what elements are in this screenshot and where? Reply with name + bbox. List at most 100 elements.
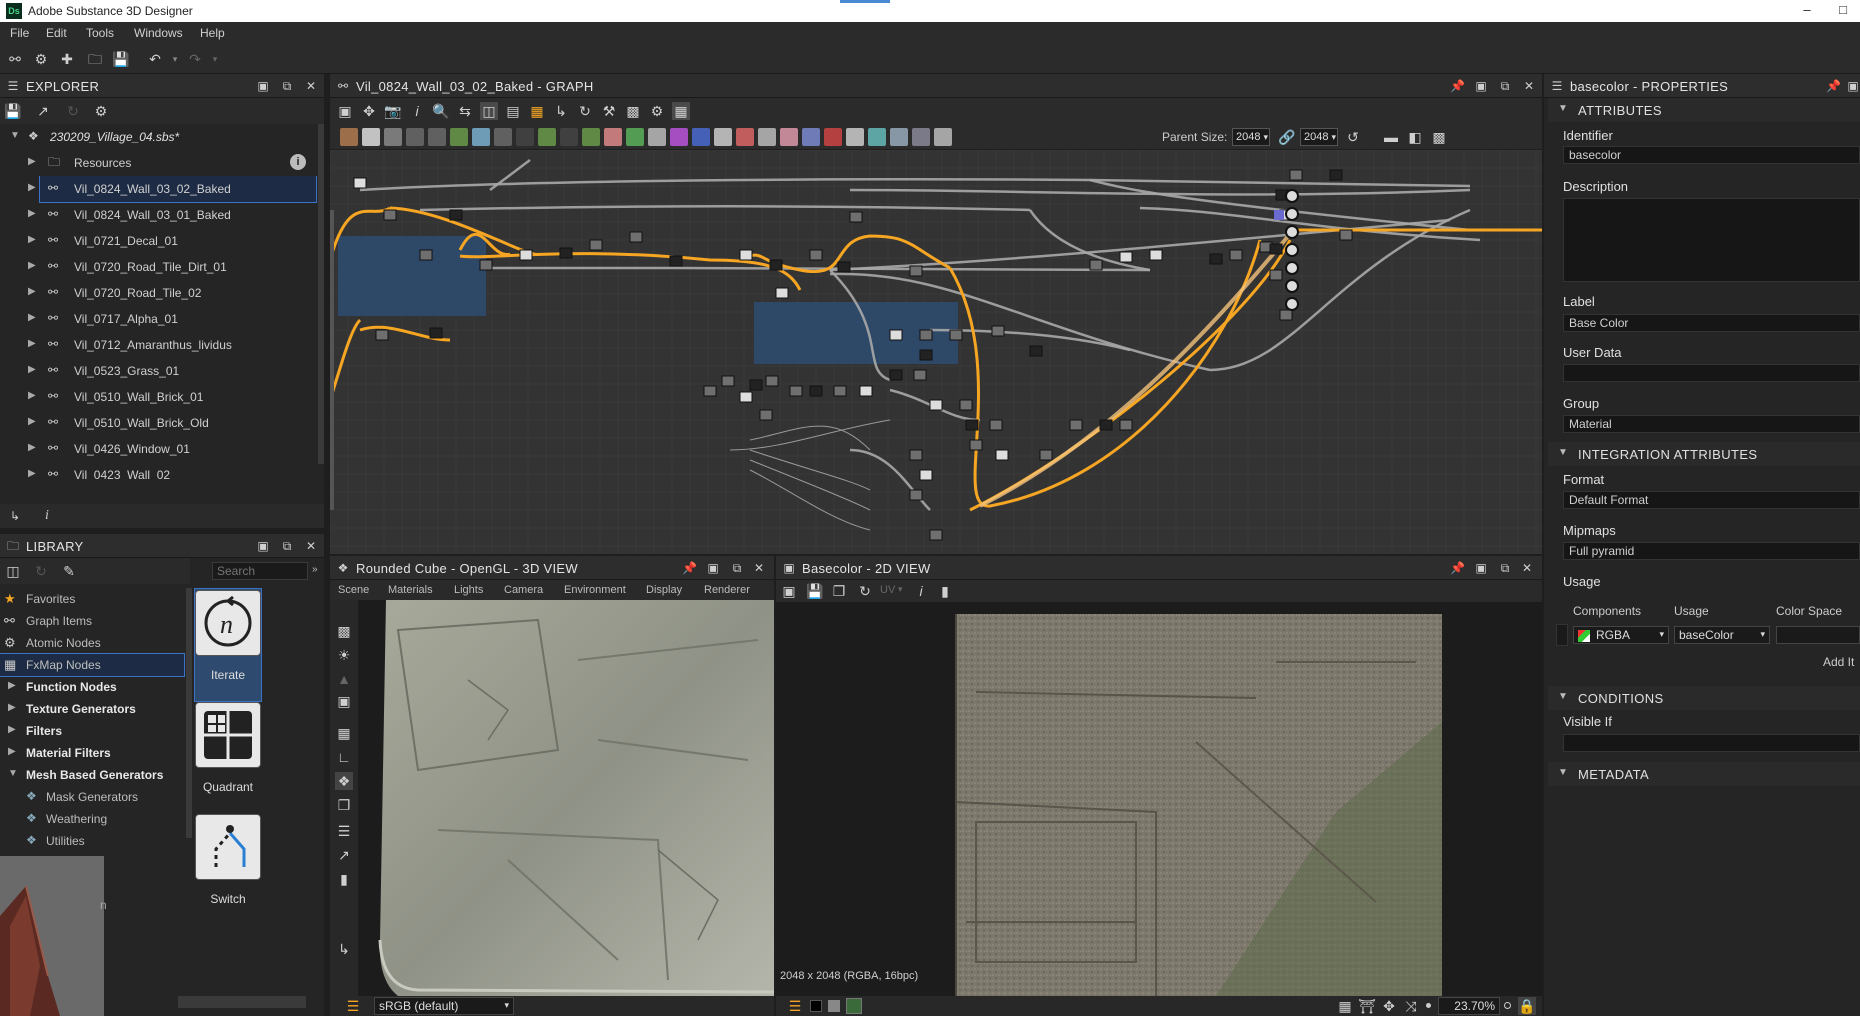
format-field[interactable]: Default Format (1563, 491, 1860, 509)
graph-node[interactable] (919, 329, 933, 341)
node-palette-icon[interactable] (890, 128, 908, 146)
graph-node[interactable] (375, 329, 389, 341)
library-menu-icon[interactable]: 🗀 (6, 539, 20, 553)
info-toggle-icon[interactable]: i (38, 507, 56, 525)
library-category[interactable]: ▶ Function Nodes (0, 676, 184, 698)
info-icon[interactable]: i (912, 582, 930, 600)
collapse-arrow-icon[interactable]: ▼ (1558, 691, 1568, 702)
node-palette-icon[interactable] (736, 128, 754, 146)
graph-list-item[interactable]: ▶ ⚯ Vil_0717_Alpha_01 (0, 306, 318, 332)
node-palette-icon[interactable] (692, 128, 710, 146)
graph-node[interactable] (965, 419, 979, 431)
publish-icon[interactable]: ⚙ (92, 102, 110, 120)
output-node[interactable] (1285, 243, 1299, 257)
minimize-icon[interactable]: – (1794, 2, 1820, 20)
tab-scene[interactable]: Scene (338, 584, 369, 596)
node-palette-icon[interactable] (802, 128, 820, 146)
expand-arrow-icon[interactable]: ▶ (28, 156, 36, 167)
maximize-icon[interactable]: □ (1830, 2, 1856, 20)
channel-gray-icon[interactable] (828, 1000, 840, 1012)
graph-node[interactable] (989, 419, 1003, 431)
expand-arrow-icon[interactable]: ▼ (8, 768, 18, 779)
menu-edit[interactable]: Edit (46, 26, 67, 40)
graph-node[interactable] (909, 265, 923, 277)
usage-row-handle[interactable] (1556, 624, 1568, 646)
graph-node[interactable] (889, 329, 903, 341)
undo-dropdown-icon[interactable]: ▾ (166, 50, 184, 68)
tab-environment[interactable]: Environment (564, 584, 626, 596)
tab-camera[interactable]: Camera (504, 584, 543, 596)
node-palette-icon[interactable] (824, 128, 842, 146)
link-size-icon[interactable]: 🔗 (1278, 128, 1296, 146)
node-palette-icon[interactable] (714, 128, 732, 146)
compute-icon[interactable]: ▬ (1382, 128, 1400, 146)
label-field[interactable]: Base Color (1563, 314, 1860, 332)
graph-node[interactable] (969, 439, 983, 451)
graph-node[interactable] (909, 489, 923, 501)
tree-icon[interactable]: ↳ (6, 507, 24, 525)
library-category[interactable]: ⚯ Graph Items (0, 610, 184, 632)
graph-node[interactable] (1329, 169, 1343, 181)
graph-node[interactable] (353, 177, 367, 189)
graph-node[interactable] (739, 391, 753, 403)
fit-view-icon[interactable]: ✥ (1380, 997, 1398, 1015)
close-panel-icon[interactable]: ✕ (1522, 79, 1536, 93)
library-category[interactable]: ▶ Texture Generators (0, 698, 184, 720)
graph-list-item[interactable]: ▶ ⚯ Vil_0824_Wall_03_02_Baked (28, 176, 317, 203)
edit-icon[interactable]: ✎ (60, 562, 78, 580)
frame-all-icon[interactable]: ▣ (336, 102, 354, 120)
graph-node[interactable] (479, 259, 493, 271)
node-palette-icon[interactable] (846, 128, 864, 146)
grid-icon[interactable]: ▦ (335, 724, 353, 742)
tangent-icon[interactable]: ↗ (335, 846, 353, 864)
library-scrollbar[interactable] (186, 588, 192, 838)
integration-section-header[interactable]: ▼ INTEGRATION ATTRIBUTES (1548, 442, 1860, 466)
graph-node[interactable] (721, 375, 735, 387)
menu-file[interactable]: File (10, 26, 29, 40)
graph-node[interactable] (913, 369, 927, 381)
pan-icon[interactable]: ✥ (360, 102, 378, 120)
library-category[interactable]: ▶ Filters (0, 720, 184, 742)
graph-list-item[interactable]: ▶ ⚯ Vil_0712_Amaranthus_lividus (0, 332, 318, 358)
zoom-field[interactable]: 23.70% (1438, 997, 1500, 1015)
refresh-icon[interactable]: ↻ (576, 102, 594, 120)
graph-list-item[interactable]: ▶ ⚯ Vil_0720_Road_Tile_Dirt_01 (0, 254, 318, 280)
graph-node[interactable] (1269, 269, 1283, 281)
graph-node[interactable] (589, 239, 603, 251)
graph-node[interactable] (1149, 249, 1163, 261)
node-palette-icon[interactable] (560, 128, 578, 146)
explorer-scrollbar[interactable] (318, 124, 324, 464)
graph-node[interactable] (739, 249, 753, 261)
tab-display[interactable]: Display (646, 584, 682, 596)
node-palette-icon[interactable] (384, 128, 402, 146)
package-row[interactable]: ▼ ❖ 230209_Village_04.sbs* (0, 124, 318, 150)
graph-node[interactable] (809, 249, 823, 261)
uv-toggle[interactable]: UV (880, 584, 895, 596)
graph-list-item[interactable]: ▶ ⚯ Vil_0426_Window_01 (0, 436, 318, 462)
expand-arrow-icon[interactable]: ▶ (28, 468, 36, 479)
library-category[interactable]: ★ Favorites (0, 588, 184, 610)
frame-icon[interactable]: ▩ (624, 102, 642, 120)
open-folder-icon[interactable]: 🗀 (86, 50, 104, 68)
group-field[interactable]: Material (1563, 415, 1860, 433)
node-palette-icon[interactable] (626, 128, 644, 146)
node-palette-icon[interactable] (538, 128, 556, 146)
graph-node[interactable] (629, 231, 643, 243)
graph-list-item[interactable]: ▶ ⚯ Vil_0523_Grass_01 (0, 358, 318, 384)
tab-lights[interactable]: Lights (454, 584, 483, 596)
graph-node[interactable] (833, 385, 847, 397)
userdata-field[interactable] (1563, 364, 1860, 382)
menu-windows[interactable]: Windows (134, 26, 183, 40)
graph-node[interactable] (519, 249, 533, 261)
graph-node[interactable] (1279, 309, 1293, 321)
expand-arrow-icon[interactable]: ▶ (8, 680, 16, 691)
node-palette-icon[interactable] (912, 128, 930, 146)
expand-arrow-icon[interactable]: ▶ (28, 442, 36, 453)
node-palette-icon[interactable] (472, 128, 490, 146)
explorer-menu-icon[interactable]: ☰ (6, 79, 20, 93)
graph-canvas[interactable] (330, 150, 1542, 554)
graph-node[interactable] (789, 385, 803, 397)
graph-node[interactable] (949, 329, 963, 341)
conditions-section-header[interactable]: ▼ CONDITIONS (1548, 686, 1860, 710)
undo-icon[interactable]: ↶ (146, 50, 164, 68)
